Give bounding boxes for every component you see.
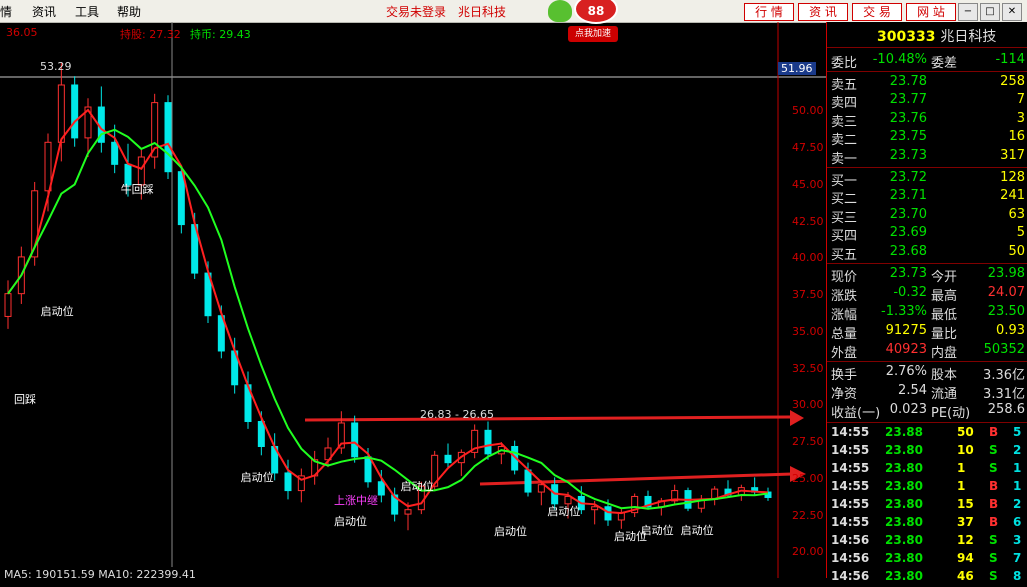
- y-tick-label: 42.50: [792, 214, 824, 228]
- hold-cash-label: 持币: 29.43: [190, 28, 251, 41]
- candle-body: [257, 421, 265, 447]
- y-tick-label: 32.50: [792, 361, 824, 375]
- y-tick-label: 22.50: [792, 508, 824, 522]
- stat-row: 现价 23.73 今开 23.98: [831, 266, 1025, 285]
- stat-row: 涨跌 -0.32 最高 24.07: [831, 285, 1025, 304]
- signal-label: 启动位: [494, 525, 527, 539]
- bid-row: 买一 23.72 128: [831, 170, 1025, 189]
- candle-body: [284, 472, 292, 492]
- tick-row: 14:55 23.80 37 B 6: [831, 515, 1022, 529]
- ask-row: 卖四 23.77 7: [831, 92, 1025, 112]
- candle-body: [537, 484, 545, 493]
- speedup-badge[interactable]: 88: [574, 0, 618, 24]
- signal-label: 上涨中继: [334, 494, 378, 508]
- stat-row: 总量 91275 量比 0.93: [831, 323, 1025, 342]
- bid-row: 买四 23.69 5: [831, 225, 1025, 245]
- tick-row: 14:56 23.80 94 S 7: [831, 551, 1022, 565]
- candle-body: [604, 506, 612, 521]
- y-tick-label: 50.00: [792, 104, 824, 118]
- window-stock-name: 兆日科技: [458, 5, 507, 19]
- y-tick-label: 45.00: [792, 177, 824, 191]
- candle-body: [111, 141, 119, 165]
- tab-quotes[interactable]: 行 情: [744, 3, 794, 21]
- quote-panel: 300333 兆日科技 委比 -10.48% 委差 -114 卖五 23.78 25…: [826, 22, 1027, 583]
- tick-row: 14:55 23.80 1 S 1: [831, 461, 1022, 475]
- finance-row: 净资 2.54 流通 3.31亿: [831, 383, 1025, 402]
- login-status[interactable]: 交易未登录: [386, 3, 446, 20]
- bid-row: 买五 23.68 50: [831, 243, 1025, 263]
- menu-bar: 情 资讯 工具 帮助 交易未登录 兆日科技 88 行 情 资 讯 交 易 网 站…: [0, 0, 1027, 24]
- finance-row: 收益(一) 0.023 PE(动) 258.6: [831, 402, 1025, 421]
- tick-row: 14:56 23.80 46 S 8: [831, 569, 1022, 583]
- tab-trade[interactable]: 交 易: [852, 3, 902, 21]
- candle-body: [444, 454, 452, 464]
- mascot-icon: [548, 0, 572, 22]
- ma-footer: MA5: 190151.59 MA10: 222399.41: [4, 568, 196, 581]
- tab-news[interactable]: 资 讯: [798, 3, 848, 21]
- current-price-marker: 51.96: [778, 62, 816, 75]
- signal-label: 回踩: [14, 393, 36, 406]
- candle-body: [364, 456, 372, 483]
- menu-item-news[interactable]: 资讯: [32, 3, 56, 20]
- tick-row: 14:55 23.80 10 S 2: [831, 443, 1022, 457]
- y-tick-label: 47.50: [792, 141, 824, 155]
- tick-row: 14:55 23.80 1 B 1: [831, 479, 1022, 493]
- ask-row: 卖一 23.73 317: [831, 147, 1025, 167]
- candle-body: [71, 84, 79, 139]
- menu-item-help[interactable]: 帮助: [117, 3, 141, 20]
- signal-label: 启动位: [240, 470, 274, 484]
- bid-row: 买二 23.71 241: [831, 188, 1025, 208]
- candle-body: [404, 509, 412, 515]
- weibi-row: 委比 -10.48% 委差 -114: [831, 52, 1025, 71]
- tick-row: 14:56 23.80 12 S 3: [831, 533, 1022, 547]
- price-left-label: 36.05: [6, 26, 38, 39]
- y-tick-label: 37.50: [792, 288, 824, 302]
- ask-row: 卖三 23.76 3: [831, 110, 1025, 130]
- tick-row: 14:55 23.80 15 B 2: [831, 497, 1022, 511]
- candle-body: [4, 293, 12, 317]
- ask-row: 卖二 23.75 16: [831, 129, 1025, 149]
- stat-row: 涨幅 -1.33% 最低 23.50: [831, 304, 1025, 323]
- signal-label: 牛回踩: [120, 182, 154, 196]
- signal-label: 启动位: [334, 514, 367, 528]
- menu-item-quotes[interactable]: 情: [0, 3, 12, 20]
- hold-stock-label: 持股: 27.32: [120, 28, 181, 41]
- candle-body: [524, 469, 532, 493]
- arrow-head-upper: [790, 410, 804, 426]
- y-tick-label: 35.00: [792, 324, 824, 338]
- ma-short-line: [7, 108, 769, 515]
- y-tick-label: 30.00: [792, 398, 824, 412]
- candle-body: [57, 84, 65, 143]
- tick-row: 14:55 23.88 50 B 5: [831, 425, 1022, 439]
- minimize-icon[interactable]: −: [958, 3, 978, 21]
- bid-row: 买三 23.70 63: [831, 206, 1025, 226]
- stat-row: 外盘 40923 内盘 50352: [831, 342, 1025, 361]
- candle-body: [591, 506, 599, 511]
- signal-label: 启动位: [640, 523, 674, 537]
- stock-code-title: 300333 兆日科技: [877, 29, 997, 45]
- signal-label: 启动位: [40, 304, 74, 318]
- menu-item-tools[interactable]: 工具: [75, 3, 99, 20]
- kline-svg: [0, 22, 826, 578]
- restore-icon[interactable]: □: [980, 3, 1000, 21]
- ask-row: 卖五 23.78 258: [831, 74, 1025, 93]
- high-price-label: 53.29: [40, 60, 72, 73]
- candle-body: [351, 422, 359, 458]
- close-icon[interactable]: ✕: [1002, 3, 1022, 21]
- range-annotation: 26.83 - 26.65: [420, 408, 494, 421]
- y-tick-label: 20.00: [792, 545, 824, 559]
- y-tick-label: 27.50: [792, 435, 824, 449]
- signal-label: 启动位: [400, 479, 434, 493]
- candle-body: [377, 481, 385, 496]
- resistance-arrow-line: [304, 415, 791, 422]
- candle-body: [164, 102, 172, 173]
- y-tick-label: 40.00: [792, 251, 824, 265]
- finance-row: 换手 2.76% 股本 3.36亿: [831, 364, 1025, 383]
- tab-website[interactable]: 网 站: [906, 3, 956, 21]
- signal-label: 启动位: [547, 504, 581, 518]
- candle-body: [484, 429, 492, 455]
- y-tick-label: 25.00: [792, 471, 824, 485]
- kline-chart[interactable]: 36.05 持股: 27.32 持币: 29.43 51.96 53.29 26…: [0, 22, 826, 581]
- signal-label: 启动位: [680, 523, 714, 537]
